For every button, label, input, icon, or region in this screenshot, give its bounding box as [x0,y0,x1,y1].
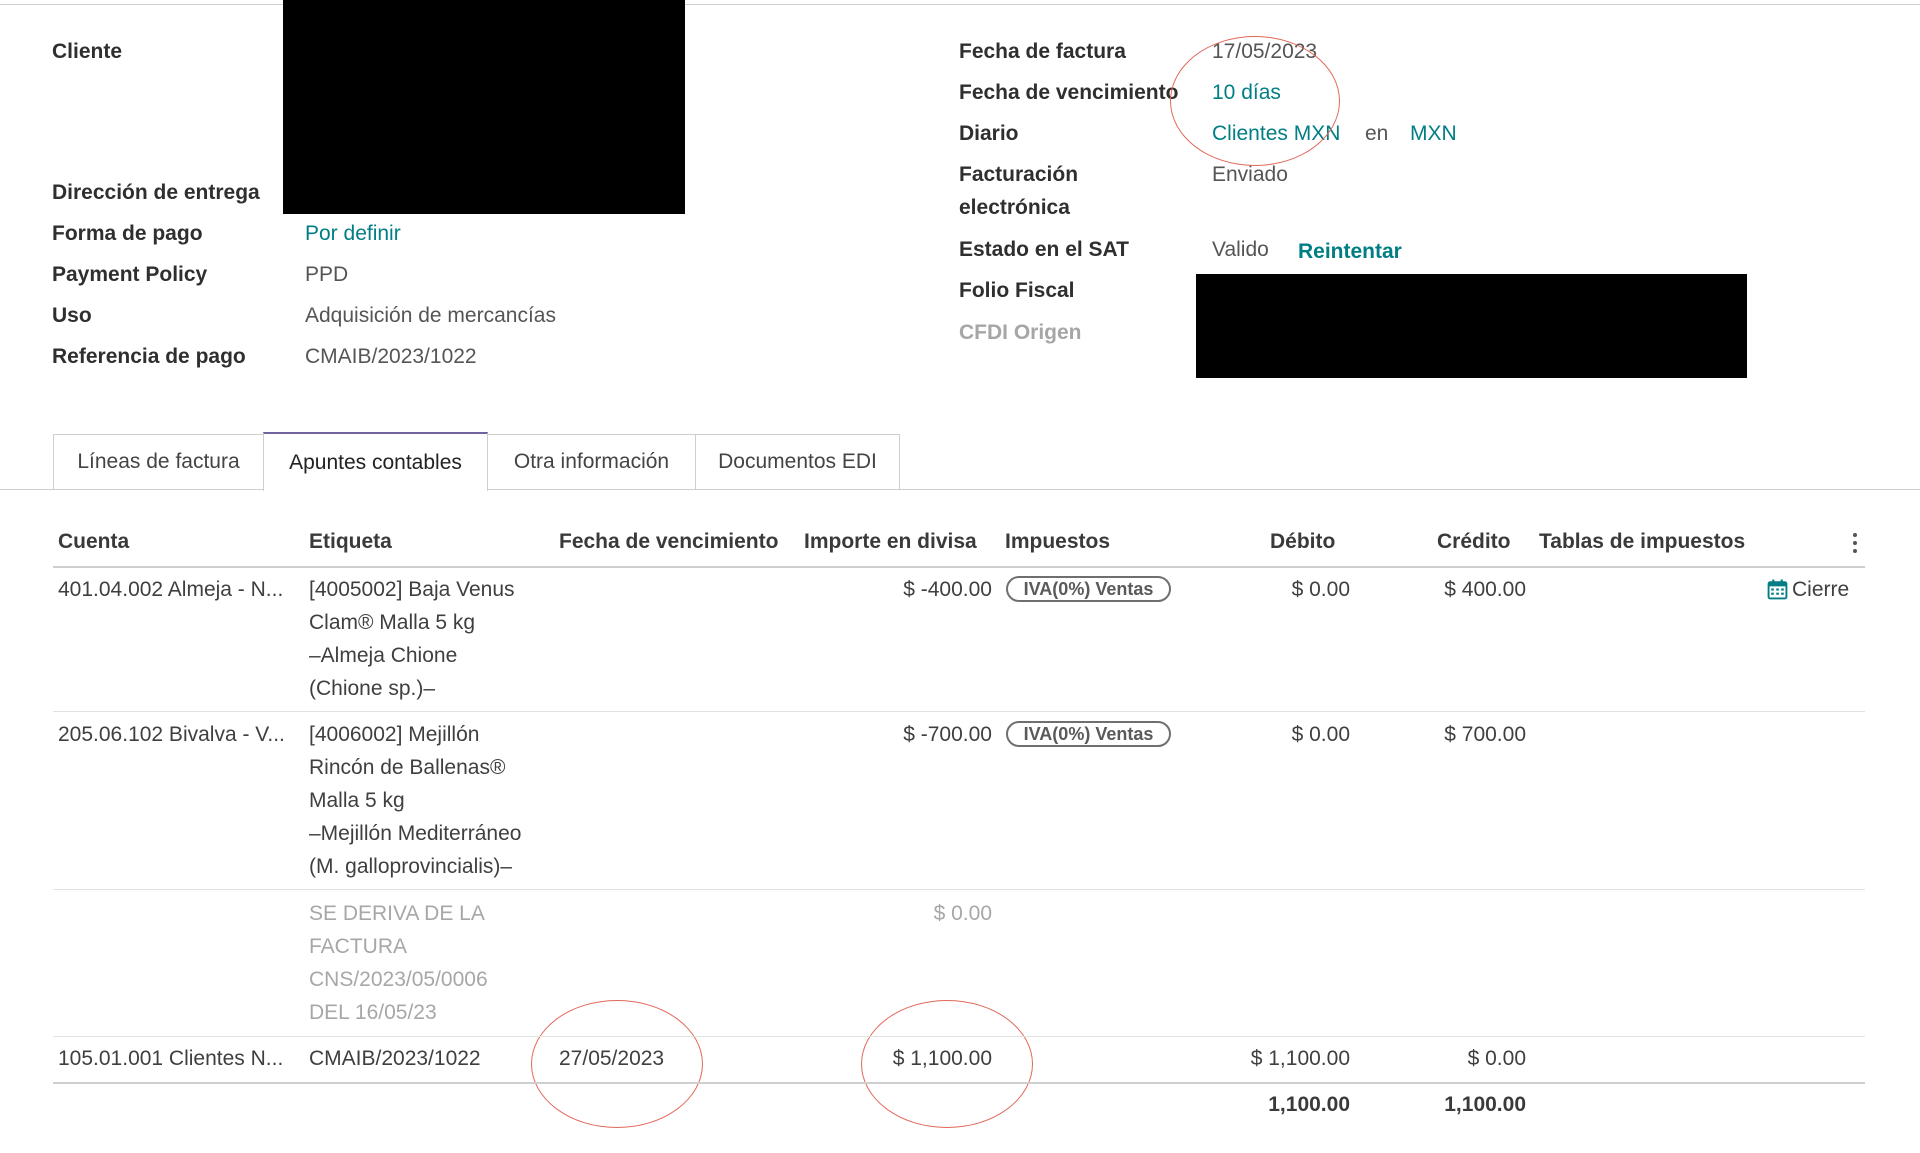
row1-etiqueta-line[interactable]: [4005002] Baja Venus [309,573,515,606]
row3-note-line[interactable]: FACTURA [309,930,407,963]
row1-cierre-link[interactable]: Cierre [1767,573,1849,606]
diario-link[interactable]: Clientes MXN [1212,122,1340,146]
header-impuestos[interactable]: Impuestos [1005,530,1110,554]
sat-label: Estado en el SAT [959,238,1129,261]
row2-etiqueta-line[interactable]: [4006002] Mejillón [309,718,479,751]
referencia-label: Referencia de pago [52,345,246,368]
row3-note-line[interactable]: DEL 16/05/23 [309,996,437,1029]
row1-tax-badge[interactable]: IVA(0%) Ventas [1006,576,1171,602]
row4-debito[interactable]: $ 1,100.00 [1200,1042,1350,1075]
folio-fiscal-label: Folio Fiscal [959,279,1075,302]
row1-debito[interactable]: $ 0.00 [1200,573,1350,606]
total-credito: 1,100.00 [1444,1093,1526,1116]
header-importe-divisa[interactable]: Importe en divisa [804,530,977,554]
header-fecha-vencimiento[interactable]: Fecha de vencimiento [559,530,778,554]
totals-divider [53,1082,1865,1084]
row1-importe[interactable]: $ -400.00 [800,573,992,606]
row1-cuenta[interactable]: 401.04.002 Almeja - N... [58,573,283,606]
diario-en-text: en [1365,122,1389,145]
payment-policy-value[interactable]: PPD [305,263,348,287]
row1-credito[interactable]: $ 400.00 [1376,573,1526,606]
header-etiqueta[interactable]: Etiqueta [309,530,392,554]
diario-label: Diario [959,122,1019,145]
payment-policy-label: Payment Policy [52,263,208,286]
row2-cuenta[interactable]: 205.06.102 Bivalva - V... [58,718,285,751]
facturacion-label-1: Facturación [959,163,1079,186]
row2-etiqueta-line[interactable]: Rincón de Ballenas® [309,751,505,784]
row-divider [53,889,1865,890]
tab-documentos-edi[interactable]: Documentos EDI [695,434,900,489]
row1-etiqueta-line[interactable]: –Almeja Chione [309,639,457,672]
tab-lineas-factura[interactable]: Líneas de factura [53,434,264,489]
fecha-vencimiento-label: Fecha de vencimiento [959,81,1179,104]
cfdi-origen-label: CFDI Origen [959,321,1082,344]
row1-etiqueta-line[interactable]: Clam® Malla 5 kg [309,606,475,639]
row4-etiqueta[interactable]: CMAIB/2023/1022 [309,1042,481,1075]
sat-value: Valido [1212,238,1269,261]
direccion-label: Dirección de entrega [52,181,260,204]
row2-etiqueta-line[interactable]: –Mejillón Mediterráneo [309,817,521,850]
cliente-label: Cliente [52,40,123,63]
tab-apuntes-contables[interactable]: Apuntes contables [263,432,488,491]
fecha-vencimiento-value[interactable]: 10 días [1212,81,1281,105]
calendar-icon [1767,579,1788,600]
uso-label: Uso [52,304,92,327]
referencia-value[interactable]: CMAIB/2023/1022 [305,345,477,369]
uso-value[interactable]: Adquisición de mercancías [305,304,556,328]
reintentar-button[interactable]: Reintentar [1298,240,1402,264]
row3-importe[interactable]: $ 0.00 [800,897,992,930]
currency-link[interactable]: MXN [1410,122,1457,146]
row2-importe[interactable]: $ -700.00 [800,718,992,751]
header-divider [53,566,1865,568]
row2-debito[interactable]: $ 0.00 [1200,718,1350,751]
facturacion-label-2: electrónica [959,196,1070,219]
row-divider [53,711,1865,712]
cierre-label: Cierre [1792,578,1850,601]
header-cuenta[interactable]: Cuenta [58,530,129,554]
row-divider [53,1036,1865,1037]
total-debito: 1,100.00 [1268,1093,1350,1116]
row4-credito[interactable]: $ 0.00 [1376,1042,1526,1075]
fecha-factura-value[interactable]: 17/05/2023 [1212,40,1317,64]
facturacion-value: Enviado [1212,163,1288,186]
row4-fecha-vencimiento[interactable]: 27/05/2023 [559,1042,664,1075]
cliente-redaction [283,0,685,214]
row2-etiqueta-line[interactable]: Malla 5 kg [309,784,405,817]
row1-etiqueta-line[interactable]: (Chione sp.)– [309,672,435,705]
row3-note-line[interactable]: SE DERIVA DE LA [309,897,485,930]
forma-pago-link[interactable]: Por definir [305,222,401,246]
row2-etiqueta-line[interactable]: (M. galloprovincialis)– [309,850,512,883]
row4-importe[interactable]: $ 1,100.00 [800,1042,992,1075]
header-debito[interactable]: Débito [1270,530,1335,554]
header-credito[interactable]: Crédito [1437,530,1511,554]
row2-credito[interactable]: $ 700.00 [1376,718,1526,751]
tab-otra-informacion[interactable]: Otra información [487,434,696,489]
row2-tax-badge[interactable]: IVA(0%) Ventas [1006,721,1171,747]
row3-note-line[interactable]: CNS/2023/05/0006 [309,963,488,996]
folio-redaction [1196,274,1747,378]
header-tablas-impuestos[interactable]: Tablas de impuestos [1539,530,1745,554]
row4-cuenta[interactable]: 105.01.001 Clientes N... [58,1042,283,1075]
fecha-factura-label: Fecha de factura [959,40,1126,63]
kebab-menu-icon[interactable] [1852,533,1858,555]
forma-pago-label: Forma de pago [52,222,203,245]
